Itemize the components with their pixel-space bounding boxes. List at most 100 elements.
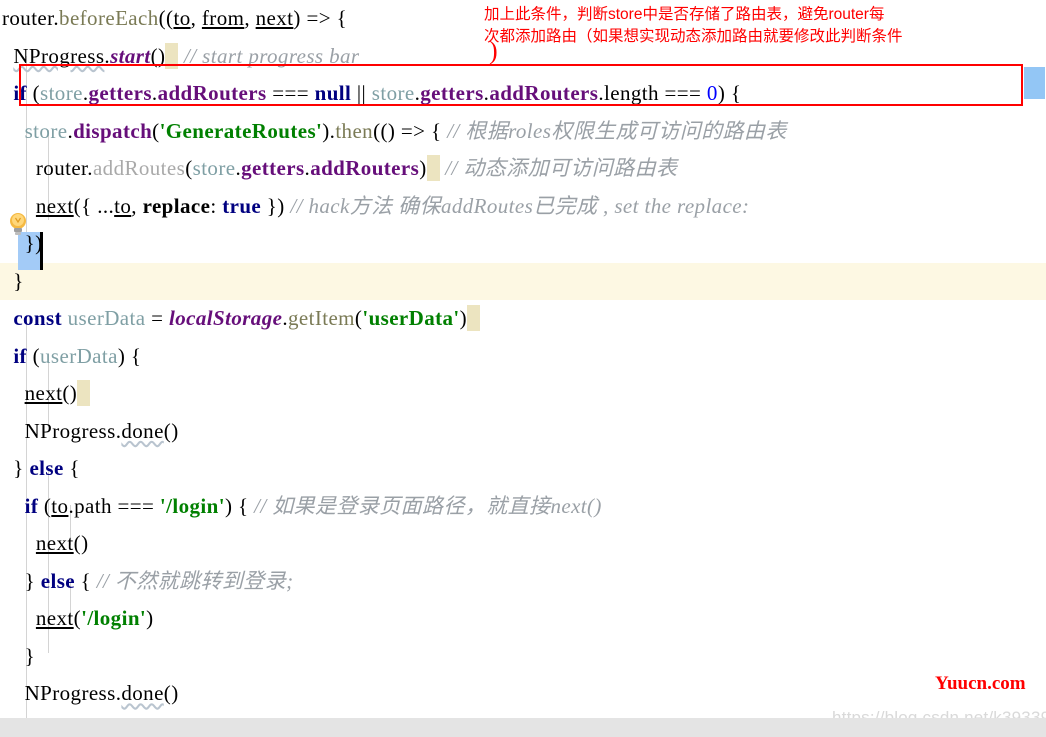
- code-token: to: [51, 494, 68, 518]
- code-token: // 根据roles权限生成可访问的路由表: [447, 119, 787, 143]
- red-annotation-text: 加上此条件，判断store中是否存储了路由表，避免router每 次都添加路由（…: [484, 4, 903, 48]
- code-token: addRoutes: [93, 156, 185, 180]
- code-token: next: [36, 606, 74, 630]
- code-token: [2, 81, 13, 105]
- code-token: if: [13, 344, 27, 368]
- code-token: [2, 681, 25, 705]
- code-token: ===: [267, 81, 315, 105]
- code-token: getters: [420, 81, 483, 105]
- code-token: ) => {: [293, 6, 347, 30]
- code-token: to: [173, 6, 190, 30]
- code-line[interactable]: next({ ...to, replace: true }) // hack方法…: [0, 188, 1046, 226]
- code-token: (: [27, 344, 40, 368]
- code-line-text: router.beforeEach((to, from, next) => {: [0, 0, 347, 38]
- code-line[interactable]: router.addRoutes(store.getters.addRouter…: [0, 150, 1046, 188]
- code-token: next: [25, 381, 63, 405]
- code-token: '/login': [81, 606, 146, 630]
- code-token: NProgress: [25, 419, 116, 443]
- code-line[interactable]: store.dispatch('GenerateRoutes').then(()…: [0, 113, 1046, 151]
- code-line-text: NProgress.start() // start progress bar: [0, 38, 360, 76]
- code-line[interactable]: }): [0, 225, 1046, 263]
- code-token: path: [74, 494, 112, 518]
- code-token: then: [335, 119, 373, 143]
- code-token: beforeEach: [59, 6, 159, 30]
- code-token: {: [731, 81, 741, 105]
- code-line-text: next('/login'): [0, 600, 154, 638]
- code-line[interactable]: next(): [0, 525, 1046, 563]
- code-token: store: [372, 81, 415, 105]
- code-token: ===: [112, 494, 160, 518]
- code-token: }): [261, 194, 290, 218]
- whitespace-marker: [165, 43, 178, 69]
- code-line[interactable]: const userData = localStorage.getItem('u…: [0, 300, 1046, 338]
- code-line[interactable]: next(): [0, 375, 1046, 413]
- code-line-text: const userData = localStorage.getItem('u…: [0, 300, 480, 338]
- code-token: ,: [244, 6, 255, 30]
- code-line-text: }: [0, 263, 24, 301]
- code-line-text: next(): [0, 525, 88, 563]
- code-line[interactable]: if (store.getters.addRouters === null ||…: [0, 75, 1046, 113]
- code-token: ({ ...: [74, 194, 114, 218]
- code-line[interactable]: NProgress.done(): [0, 413, 1046, 451]
- code-token: (): [74, 531, 89, 555]
- code-token: (: [74, 606, 81, 630]
- code-token: {: [64, 456, 80, 480]
- code-line[interactable]: if (to.path === '/login') { // 如果是登录页面路径…: [0, 488, 1046, 526]
- code-token: [2, 44, 13, 68]
- code-token: (: [185, 156, 192, 180]
- code-token: (): [151, 44, 166, 68]
- code-token: }: [2, 569, 41, 593]
- code-token: store: [193, 156, 236, 180]
- code-line[interactable]: NProgress.done(): [0, 675, 1046, 713]
- code-line-text: store.dispatch('GenerateRoutes').then(()…: [0, 113, 787, 151]
- code-line[interactable]: if (userData) {: [0, 338, 1046, 376]
- code-token: (: [152, 119, 159, 143]
- brand-watermark: Yuucn.com: [935, 673, 1026, 695]
- code-token: done: [121, 419, 163, 443]
- code-line-text: next({ ...to, replace: true }) // hack方法…: [0, 188, 749, 226]
- code-lines: router.beforeEach((to, from, next) => { …: [0, 0, 1046, 718]
- code-token: [2, 419, 25, 443]
- code-token: true: [222, 194, 261, 218]
- code-token: }: [2, 644, 35, 668]
- code-token: dispatch: [73, 119, 152, 143]
- whitespace-marker: [77, 380, 90, 406]
- code-line-text: }: [0, 638, 35, 676]
- whitespace-marker: [467, 305, 480, 331]
- code-token: }: [2, 269, 24, 293]
- code-token: done: [121, 681, 163, 705]
- code-token: addRouters: [489, 81, 598, 105]
- code-token: // 不然就跳转到登录;: [97, 569, 294, 593]
- code-token: userData: [68, 306, 146, 330]
- lightbulb-icon[interactable]: [8, 212, 28, 236]
- code-editor[interactable]: router.beforeEach((to, from, next) => { …: [0, 0, 1046, 737]
- code-token: 'GenerateRoutes': [160, 119, 323, 143]
- code-token: {: [75, 569, 97, 593]
- code-token: // start progress bar: [178, 44, 359, 68]
- code-line[interactable]: next('/login'): [0, 600, 1046, 638]
- code-token: [2, 306, 13, 330]
- code-token: next: [36, 194, 74, 218]
- code-line[interactable]: }: [0, 638, 1046, 676]
- code-token: (: [38, 494, 51, 518]
- code-line[interactable]: }: [0, 263, 1046, 301]
- code-token: userData: [40, 344, 118, 368]
- code-line-text: } else {: [0, 450, 80, 488]
- code-token: NProgress: [25, 681, 116, 705]
- code-token: 0: [707, 81, 718, 105]
- code-token: ((: [159, 6, 174, 30]
- code-area[interactable]: router.beforeEach((to, from, next) => { …: [0, 0, 1046, 718]
- code-token: [2, 531, 36, 555]
- code-token: ,: [131, 194, 142, 218]
- code-line[interactable]: } else {: [0, 450, 1046, 488]
- code-line-text: if (userData) {: [0, 338, 141, 376]
- bottom-status-strip: [0, 718, 1046, 737]
- code-token: (() => {: [373, 119, 447, 143]
- code-line[interactable]: } else { // 不然就跳转到登录;: [0, 563, 1046, 601]
- code-token: getters: [241, 156, 304, 180]
- code-token: if: [13, 81, 27, 105]
- code-token: ) {: [225, 494, 254, 518]
- code-token: replace: [143, 194, 211, 218]
- code-token: addRouters: [158, 81, 267, 105]
- code-token: (): [62, 381, 77, 405]
